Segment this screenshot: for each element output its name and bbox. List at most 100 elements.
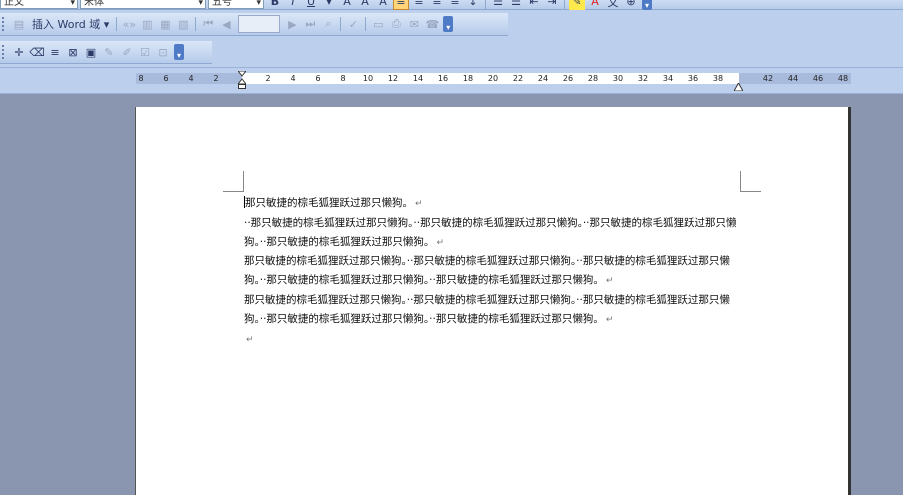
align-center-icon[interactable]: ≡ — [411, 0, 427, 10]
ruler-tick: 30 — [612, 74, 624, 83]
horizontal-ruler[interactable]: 8 6 4 2 2 4 6 8 10 12 14 16 18 20 22 24 … — [0, 67, 903, 94]
pen-icon[interactable]: ✐ — [119, 44, 135, 60]
shading-color-icon[interactable]: ✎ — [101, 44, 117, 60]
toolbar-options-icon[interactable]: ▾ — [443, 16, 454, 32]
toolbar-options-icon[interactable]: ▾ — [642, 0, 652, 10]
separator — [564, 0, 565, 9]
merge-cells-icon[interactable]: ⊡ — [155, 44, 171, 60]
mail-merge-toolbar: ▤ 插入 Word 域 ▾ «» ▥ ▦ ▧ ⏮ ◀ ▶ ⏭ ⌕ ✓ ▭ ⎙ ✉… — [0, 13, 508, 36]
char-border-icon[interactable]: A — [339, 0, 355, 10]
insert-word-field-menu[interactable]: 插入 Word 域 ▾ — [32, 16, 109, 32]
paragraph[interactable]: 那只敏捷的棕毛狐狸跃过那只懒狗。··那只敏捷的棕毛狐狸跃过那只懒狗。··那只敏捷… — [244, 252, 744, 291]
increase-indent-icon[interactable]: ⇥ — [544, 0, 560, 10]
highlight-fields-icon[interactable]: ▥ — [139, 16, 155, 32]
highlight-icon[interactable]: ✎ — [569, 0, 585, 10]
merge-to-fax-icon[interactable]: ☎ — [424, 16, 440, 32]
phonetic-guide-icon[interactable]: 文 — [605, 0, 621, 10]
ruler-tick: 16 — [437, 74, 449, 83]
propagate-labels-icon[interactable]: ▧ — [175, 16, 191, 32]
size-value: 五号 — [212, 0, 232, 8]
underline-label: U — [306, 0, 316, 8]
ruler-tick: 8 — [340, 74, 346, 83]
bullets-icon[interactable]: ☰ — [508, 0, 524, 10]
ruler-tick: 44 — [787, 74, 799, 83]
first-record-icon[interactable]: ⏮ — [200, 16, 216, 32]
ruler-tick: 10 — [362, 74, 374, 83]
merge-to-new-document-icon[interactable]: ▭ — [370, 16, 386, 32]
justify-icon[interactable]: ≡ — [447, 0, 463, 10]
find-entry-icon[interactable]: ⌕ — [320, 16, 336, 32]
line-weight-icon[interactable]: ⊠ — [65, 44, 81, 60]
crop-mark-top-left — [223, 171, 244, 192]
separator — [365, 17, 367, 31]
right-indent-marker-icon[interactable] — [733, 76, 744, 92]
ruler-tick: 4 — [188, 74, 194, 83]
ruler-tick: 6 — [163, 74, 169, 83]
eraser-icon[interactable]: ⌫ — [29, 44, 45, 60]
view-merged-data-icon[interactable]: «» — [121, 16, 137, 32]
toolbar-grip[interactable] — [2, 45, 7, 59]
align-right-icon[interactable]: ≡ — [429, 0, 445, 10]
paragraph[interactable]: ↵ — [244, 330, 744, 350]
numbering-icon[interactable]: ☰ — [490, 0, 506, 10]
ruler-tick: 2 — [213, 74, 219, 83]
ruler-tick: 48 — [837, 74, 849, 83]
next-record-icon[interactable]: ▶ — [284, 16, 300, 32]
line-style-icon[interactable]: ≡ — [47, 44, 63, 60]
toolbar-grip[interactable] — [2, 17, 7, 31]
enclose-char-icon[interactable]: ⊕ — [623, 0, 639, 10]
go-to-record-input[interactable] — [238, 15, 281, 33]
char-shading-icon[interactable]: A — [357, 0, 373, 10]
draw-table-icon[interactable]: ✛ — [11, 44, 27, 60]
paragraph-mark: ↵ — [605, 276, 614, 287]
toolbar-options-icon[interactable]: ▾ — [174, 44, 184, 60]
ruler-tick: 4 — [290, 74, 296, 83]
ruler-tick: 38 — [712, 74, 724, 83]
ruler-tick: 26 — [562, 74, 574, 83]
main-document-setup-icon[interactable]: ▤ — [11, 16, 27, 32]
previous-record-icon[interactable]: ◀ — [218, 16, 234, 32]
separator — [195, 17, 197, 31]
paragraph-text: 那只敏捷的棕毛狐狸跃过那只懒狗。 — [245, 197, 413, 209]
align-left-icon[interactable]: ≡ — [393, 0, 409, 10]
merge-to-email-icon[interactable]: ✉ — [406, 16, 422, 32]
bold-button[interactable]: B — [267, 0, 283, 10]
paragraph[interactable]: 那只敏捷的棕毛狐狸跃过那只懒狗。··那只敏捷的棕毛狐狸跃过那只懒狗。··那只敏捷… — [244, 291, 744, 330]
line-spacing-icon[interactable]: ↕ — [465, 0, 481, 10]
decrease-indent-icon[interactable]: ⇤ — [526, 0, 542, 10]
paragraph[interactable]: 那只敏捷的棕毛狐狸跃过那只懒狗。 ↵ — [244, 194, 744, 214]
ruler-tick: 28 — [587, 74, 599, 83]
font-color-icon[interactable]: A — [587, 0, 603, 10]
paragraph-mark: ↵ — [246, 334, 254, 345]
size-combo[interactable]: 五号 — [208, 0, 264, 9]
merge-to-printer-icon[interactable]: ⎙ — [388, 16, 404, 32]
underline-button[interactable]: U — [303, 0, 319, 10]
document-body[interactable]: 那只敏捷的棕毛狐狸跃过那只懒狗。 ↵ ··那只敏捷的棕毛狐狸跃过那只懒狗。··那只… — [244, 194, 744, 349]
border-color-icon[interactable]: ▣ — [83, 44, 99, 60]
check-errors-icon[interactable]: ✓ — [345, 16, 361, 32]
match-fields-icon[interactable]: ▦ — [157, 16, 173, 32]
underline-dropdown-icon[interactable]: ▾ — [321, 0, 337, 10]
indent-marker-icon[interactable] — [236, 70, 248, 89]
italic-button[interactable]: I — [285, 0, 301, 10]
paragraph-mark: ↵ — [415, 199, 423, 209]
paragraph-text: ··那只敏捷的棕毛狐狸跃过那只懒狗。··那只敏捷的棕毛狐狸跃过那只懒狗。··那只… — [244, 216, 737, 248]
check-icon[interactable]: ☑ — [137, 44, 153, 60]
italic-label: I — [291, 0, 295, 8]
separator — [340, 17, 342, 31]
baidu-watermark: Baidu经验 jingyan.baidu.com — [675, 393, 875, 473]
bold-label: B — [270, 0, 280, 8]
ruler-tick: 46 — [812, 74, 824, 83]
ruler-tick: 2 — [265, 74, 271, 83]
char-scale-icon[interactable]: A — [375, 0, 391, 10]
ruler-tick: 18 — [462, 74, 474, 83]
last-record-icon[interactable]: ⏭ — [302, 16, 318, 32]
ruler-tick: 34 — [662, 74, 674, 83]
paragraph[interactable]: ··那只敏捷的棕毛狐狸跃过那只懒狗。··那只敏捷的棕毛狐狸跃过那只懒狗。··那只… — [244, 214, 744, 253]
style-value: 正文 — [4, 0, 24, 8]
style-combo[interactable]: 正文 — [0, 0, 78, 9]
ruler-tick: 8 — [138, 74, 144, 83]
font-value: 宋体 — [84, 0, 104, 8]
font-combo[interactable]: 宋体 — [80, 0, 206, 9]
crop-mark-top-right — [740, 171, 761, 192]
